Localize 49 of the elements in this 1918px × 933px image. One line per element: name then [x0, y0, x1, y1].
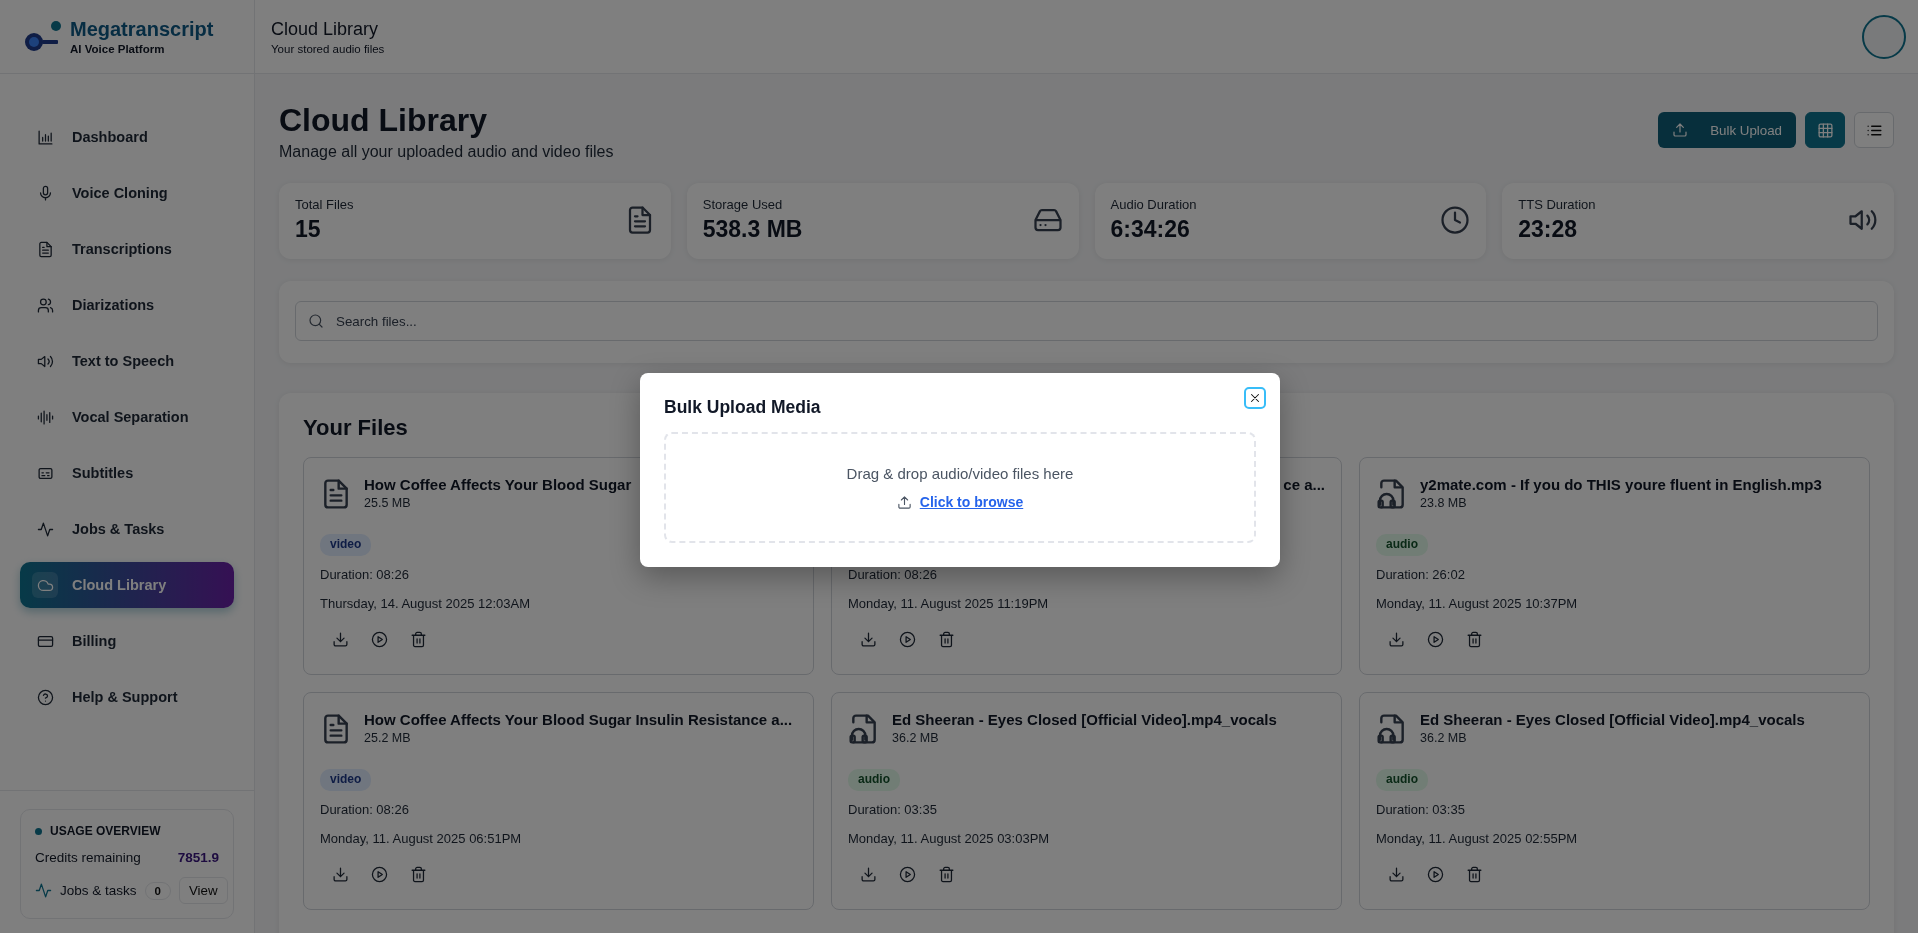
page-subtitle: Manage all your uploaded audio and video files: [279, 143, 614, 161]
header-title: Cloud Library: [271, 18, 380, 40]
file-duration: Duration: 03:35: [1376, 802, 1466, 817]
brand-name: Megatranscript: [70, 18, 214, 41]
stat-label: Audio Duration: [1110, 197, 1197, 212]
file-size: 25.2 MB: [364, 731, 412, 745]
usage-title: USAGE OVERVIEW: [50, 824, 161, 838]
file-duration: Duration: 08:26: [848, 567, 938, 582]
stat-label: Total Files: [295, 197, 354, 212]
file-duration: Duration: 08:26: [320, 802, 410, 817]
credits-label: Credits remaining: [35, 850, 141, 865]
type-tag: audio: [848, 769, 900, 791]
file-size: 23.8 MB: [1420, 496, 1468, 510]
file-title: Ed Sheeran - Eyes Closed [Official Video].mp4_vocals: [1420, 711, 1805, 728]
file-date: Monday, 11. August 2025 06:51PM: [320, 831, 523, 846]
stat-value: 23:28: [1518, 216, 1579, 243]
file-date: Monday, 11. August 2025 03:03PM: [848, 831, 1051, 846]
file-duration: Duration: 08:26: [320, 567, 410, 582]
type-tag: audio: [1376, 769, 1428, 791]
credits-value: 7851.9: [177, 850, 219, 865]
file-duration: Duration: 03:35: [848, 802, 938, 817]
file-date: Thursday, 14. August 2025 12:03AM: [320, 596, 532, 611]
jobs-label: Jobs & tasks: [60, 883, 137, 898]
stat-value: 6:34:26: [1110, 216, 1191, 243]
section-title: Your Files: [303, 415, 408, 441]
file-title: ce a...: [1283, 476, 1325, 493]
file-title: Ed Sheeran - Eyes Closed [Official Video].mp4_vocals: [892, 711, 1277, 728]
type-tag: video: [320, 769, 372, 791]
file-title: How Coffee Affects Your Blood Sugar Insulin Resistance a...: [364, 711, 793, 728]
file-duration: Duration: 26:02: [1376, 567, 1466, 582]
type-tag: audio: [1376, 534, 1428, 556]
stat-value: 15: [295, 216, 322, 243]
file-title: How Coffee Affects Your Blood Sugar: [364, 476, 632, 493]
header-subtitle: Your stored audio files: [271, 42, 385, 55]
file-date: Monday, 11. August 2025 10:37PM: [1376, 596, 1579, 611]
drop-instructions: Drag & drop audio/video files here: [846, 465, 1074, 482]
stat-label: Storage Used: [702, 197, 784, 212]
page-title: Cloud Library: [279, 102, 488, 139]
modal-title: Bulk Upload Media: [664, 397, 822, 418]
file-size: 36.2 MB: [1420, 731, 1468, 745]
file-size: 25.5 MB: [364, 496, 412, 510]
file-size: 36.2 MB: [892, 731, 940, 745]
brand-tagline: AI Voice Platform: [70, 43, 166, 55]
stat-value: 538.3 MB: [702, 216, 803, 243]
file-title: y2mate.com - If you do THIS youre fluent in English.mp3: [1420, 476, 1822, 493]
stat-label: TTS Duration: [1518, 197, 1596, 212]
file-date: Monday, 11. August 2025 11:19PM: [848, 596, 1050, 611]
type-tag: video: [320, 534, 372, 556]
file-date: Monday, 11. August 2025 02:55PM: [1376, 831, 1579, 846]
